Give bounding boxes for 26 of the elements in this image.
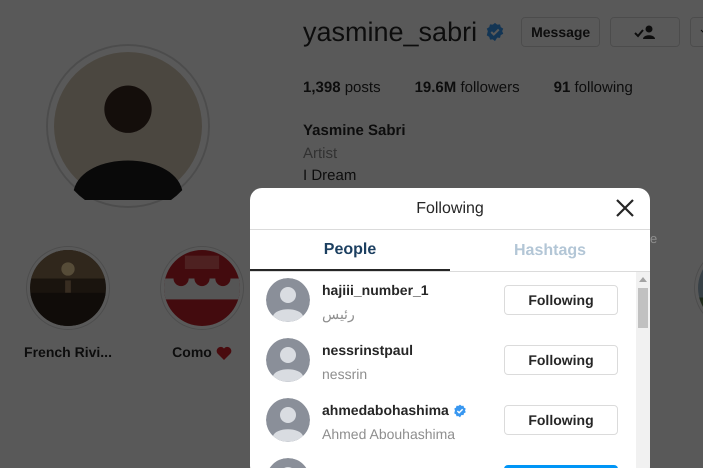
following-status-button[interactable] bbox=[610, 17, 680, 47]
scrollbar-thumb[interactable] bbox=[638, 288, 648, 328]
profile-username: yasmine_sabri bbox=[303, 16, 478, 49]
user-name: Ahmed Abouhashima bbox=[322, 425, 456, 444]
dialog-title: Following bbox=[416, 198, 484, 218]
dialog-tab[interactable]: People bbox=[250, 230, 450, 271]
scroll-up-arrow-icon[interactable] bbox=[639, 276, 647, 282]
profile-bio: I Dream bbox=[303, 166, 358, 186]
scrollbar[interactable] bbox=[636, 272, 650, 468]
following-button[interactable]: Following bbox=[504, 345, 618, 375]
highlight-label: Como bbox=[172, 343, 212, 362]
close-button[interactable] bbox=[616, 199, 634, 217]
profile-full-name: Yasmine Sabri bbox=[303, 121, 407, 141]
user-username[interactable]: ahmedabohashima bbox=[322, 400, 449, 421]
user-avatar[interactable] bbox=[266, 398, 310, 442]
person-check-icon bbox=[634, 25, 656, 39]
following-button[interactable]: Following bbox=[504, 285, 618, 315]
highlight-label: French Rivi... bbox=[24, 343, 112, 362]
user-avatar[interactable] bbox=[266, 278, 310, 322]
close-icon bbox=[616, 199, 634, 217]
user-name: رئيس bbox=[322, 305, 356, 324]
user-name: nessrin bbox=[322, 365, 368, 384]
following-button[interactable]: Following bbox=[504, 405, 618, 435]
user-username[interactable]: nessrinstpaul bbox=[322, 340, 414, 361]
user-avatar[interactable] bbox=[266, 338, 310, 382]
user-username[interactable]: hajiii_number_1 bbox=[322, 280, 429, 301]
